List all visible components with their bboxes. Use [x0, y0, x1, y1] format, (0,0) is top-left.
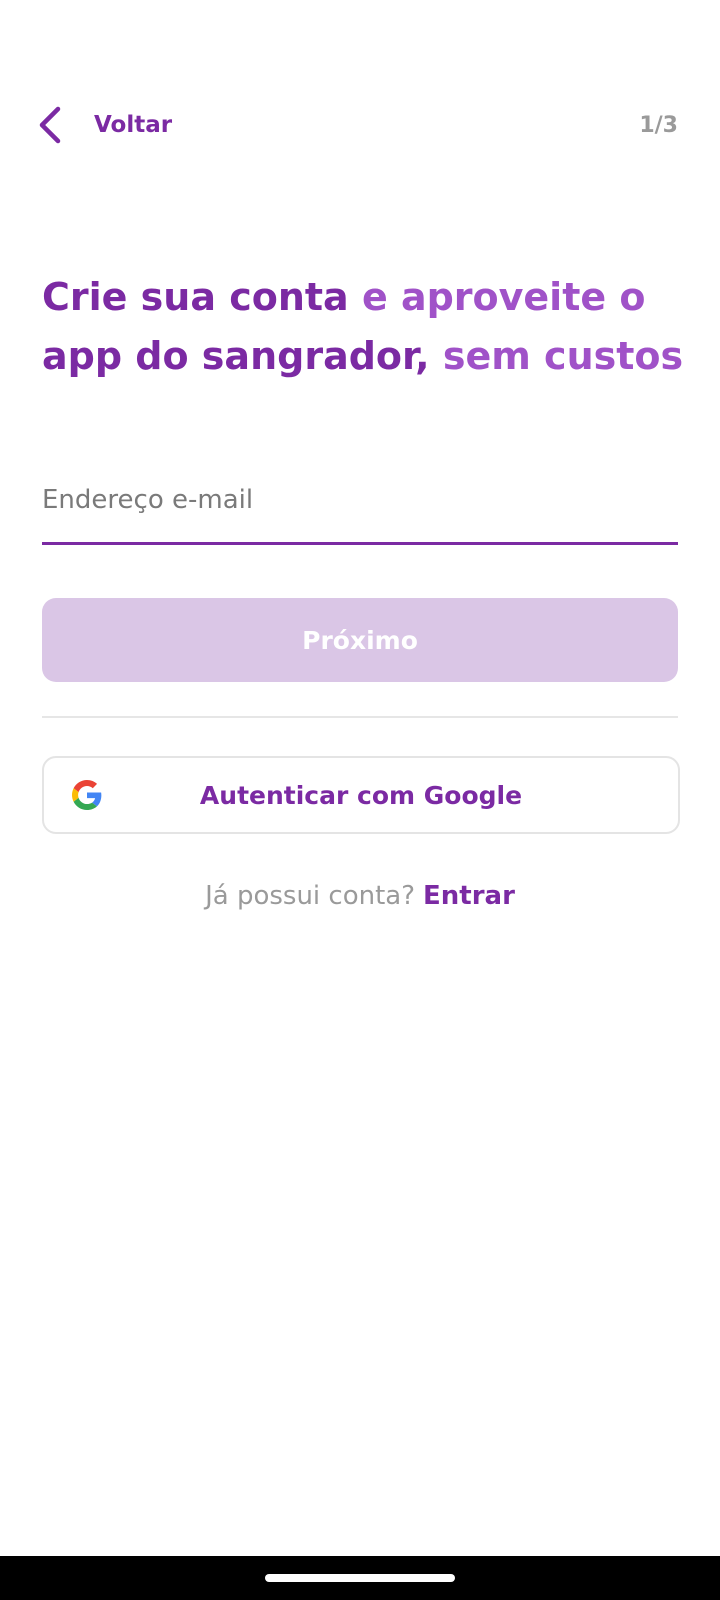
login-prompt: Já possui conta? Entrar: [0, 872, 720, 920]
page-title: Crie sua conta e aproveite o app do sangr…: [42, 268, 692, 386]
divider: [42, 716, 678, 718]
back-label: Voltar: [94, 112, 173, 138]
next-button[interactable]: Próximo: [42, 598, 678, 682]
title-line2-emphasis: app do sangrador,: [42, 334, 430, 378]
title-line1-rest: e aproveite o: [361, 275, 646, 319]
google-auth-button[interactable]: Autenticar com Google: [42, 756, 680, 834]
google-auth-label: Autenticar com Google: [199, 780, 523, 810]
system-navigation-bar: [0, 1556, 720, 1600]
login-question: Já possui conta?: [205, 881, 416, 911]
step-indicator: 1/3: [639, 112, 678, 138]
email-field[interactable]: [42, 470, 678, 530]
chevron-left-icon: [30, 105, 70, 145]
email-field-container: [42, 470, 678, 545]
title-line2-rest: sem custos: [442, 334, 684, 378]
home-indicator[interactable]: [265, 1574, 455, 1582]
top-bar: Voltar 1/3: [0, 90, 720, 160]
title-line1-emphasis: Crie sua conta: [42, 275, 349, 319]
back-button[interactable]: Voltar: [30, 90, 172, 160]
login-link[interactable]: Entrar: [423, 881, 515, 911]
